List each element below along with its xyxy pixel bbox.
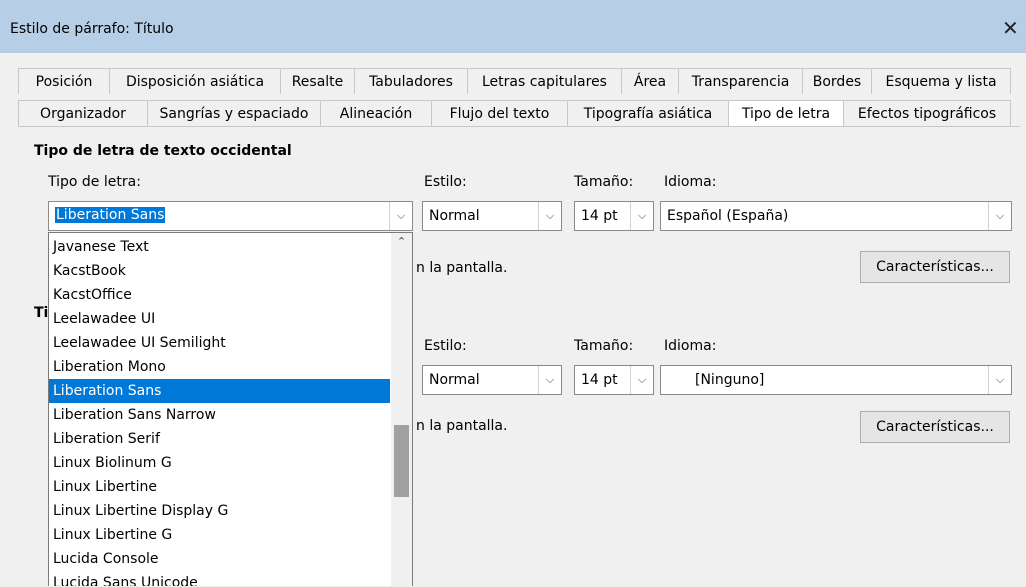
list-item[interactable]: KacstBook [49, 259, 390, 283]
chevron-down-icon[interactable]: ⌵ [630, 202, 653, 230]
tab-bordes[interactable]: Bordes [802, 68, 872, 94]
list-item[interactable]: Linux Libertine Display G [49, 499, 390, 523]
asian-style-combobox[interactable]: Normal ⌵ [422, 365, 562, 395]
tab-tipografia-asiatica[interactable]: Tipografía asiática [567, 100, 729, 126]
list-item[interactable]: Leelawadee UI Semilight [49, 331, 390, 355]
list-item[interactable]: Linux Libertine G [49, 523, 390, 547]
font-label: Tipo de letra: [48, 174, 141, 190]
asian-language-value: [Ninguno] [695, 372, 765, 388]
tab-sangrias-y-espaciado[interactable]: Sangrías y espaciado [147, 100, 321, 126]
tab-alineacion[interactable]: Alineación [320, 100, 432, 126]
chevron-down-icon[interactable]: ⌵ [389, 202, 412, 230]
tab-tipo-de-letra-label: Tipo de letra [741, 106, 831, 122]
asian-size-combobox[interactable]: 14 pt ⌵ [574, 365, 654, 395]
tab-tabuladores[interactable]: Tabuladores [354, 68, 468, 94]
chevron-down-icon[interactable]: ⌵ [538, 202, 561, 230]
chevron-down-icon[interactable]: ⌵ [988, 202, 1011, 230]
tab-tipo-de-letra[interactable]: Tipo de letra [728, 100, 844, 131]
list-item[interactable]: Lucida Sans Unicode [49, 571, 390, 586]
font-input[interactable]: Liberation Sans [55, 207, 166, 223]
list-item[interactable]: Liberation Serif [49, 427, 390, 451]
tab-letras-capitulares[interactable]: Letras capitulares [467, 68, 622, 94]
list-item[interactable]: Liberation Mono [49, 355, 390, 379]
style-value: Normal [429, 208, 480, 224]
asian-style-label: Estilo: [424, 338, 467, 354]
asian-features-button[interactable]: Características... [860, 411, 1010, 443]
list-item[interactable]: Leelawadee UI [49, 307, 390, 331]
style-label: Estilo: [424, 174, 467, 190]
tab-organizador[interactable]: Organizador [18, 100, 148, 126]
list-item[interactable]: Linux Biolinum G [49, 451, 390, 475]
size-label: Tamaño: [574, 174, 634, 190]
asian-language-label: Idioma: [664, 338, 717, 354]
language-combobox[interactable]: Español (España) ⌵ [660, 201, 1012, 231]
asian-size-value: 14 pt [581, 372, 618, 388]
list-item[interactable]: KacstOffice [49, 283, 390, 307]
language-label: Idioma: [664, 174, 717, 190]
dropdown-scrollbar[interactable]: ⌃ [391, 233, 412, 586]
dialog-titlebar: Estilo de párrafo: Título ✕ [0, 0, 1026, 53]
dialog-title: Estilo de párrafo: Título [10, 21, 174, 37]
tab-esquema-y-lista[interactable]: Esquema y lista [871, 68, 1011, 94]
list-item[interactable]: Javanese Text [49, 235, 390, 259]
close-icon[interactable]: ✕ [1002, 16, 1019, 40]
asian-section-title: Ti [34, 305, 49, 321]
font-combobox[interactable]: Liberation Sans ⌵ [48, 201, 413, 231]
scrollbar-thumb[interactable] [394, 425, 409, 497]
tab-disposicion-asiatica[interactable]: Disposición asiática [109, 68, 281, 94]
style-combobox[interactable]: Normal ⌵ [422, 201, 562, 231]
tab-row-1: Posición Disposición asiática Resalte Ta… [18, 68, 1011, 94]
asian-language-combobox[interactable]: [Ninguno] ⌵ [660, 365, 1012, 395]
font-input-text: Liberation Sans [55, 207, 166, 223]
list-item[interactable]: Linux Libertine [49, 475, 390, 499]
western-section-title: Tipo de letra de texto occidental [34, 143, 292, 159]
size-value: 14 pt [581, 208, 618, 224]
chevron-up-icon[interactable]: ⌃ [391, 235, 412, 255]
size-combobox[interactable]: 14 pt ⌵ [574, 201, 654, 231]
tab-area[interactable]: Área [621, 68, 679, 94]
asian-style-value: Normal [429, 372, 480, 388]
tab-efectos-tipograficos[interactable]: Efectos tipográficos [843, 100, 1011, 126]
language-value: Español (España) [667, 208, 789, 224]
tab-resalte[interactable]: Resalte [280, 68, 355, 94]
western-preview-note: n la pantalla. [416, 260, 508, 276]
tab-transparencia[interactable]: Transparencia [678, 68, 803, 94]
list-item-selected[interactable]: Liberation Sans [49, 379, 390, 403]
tab-posicion[interactable]: Posición [18, 68, 110, 94]
list-item[interactable]: Lucida Console [49, 547, 390, 571]
list-item[interactable]: Liberation Sans Narrow [49, 403, 390, 427]
western-features-button[interactable]: Características... [860, 251, 1010, 283]
asian-preview-note: n la pantalla. [416, 418, 508, 434]
chevron-down-icon[interactable]: ⌵ [538, 366, 561, 394]
font-dropdown-list[interactable]: Javanese Text KacstBook KacstOffice Leel… [48, 232, 413, 586]
asian-size-label: Tamaño: [574, 338, 634, 354]
chevron-down-icon[interactable]: ⌵ [630, 366, 653, 394]
tab-flujo-del-texto[interactable]: Flujo del texto [431, 100, 568, 126]
chevron-down-icon[interactable]: ⌵ [988, 366, 1011, 394]
tab-row-2: Organizador Sangrías y espaciado Alineac… [18, 100, 1011, 131]
